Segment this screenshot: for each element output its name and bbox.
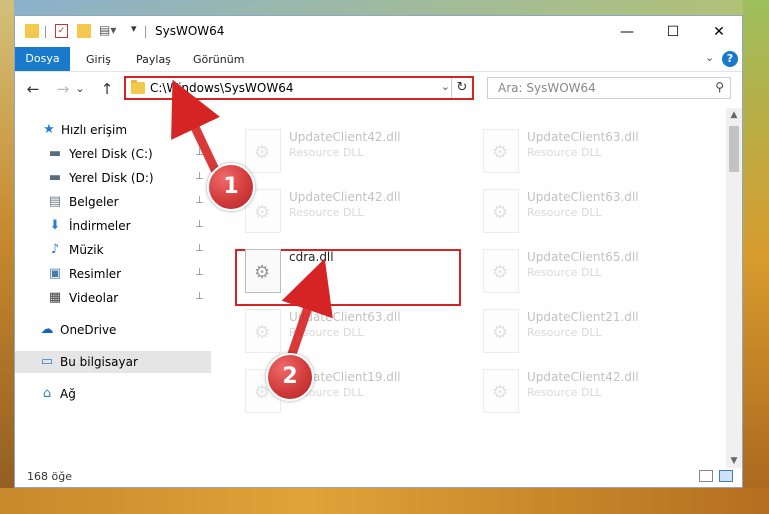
annotation-arrows bbox=[171, 79, 333, 365]
arrow-to-file bbox=[281, 258, 333, 365]
arrow-to-address-bar bbox=[171, 79, 223, 181]
step-2-badge: 2 bbox=[266, 353, 314, 401]
step-1-badge: 1 bbox=[207, 163, 255, 211]
